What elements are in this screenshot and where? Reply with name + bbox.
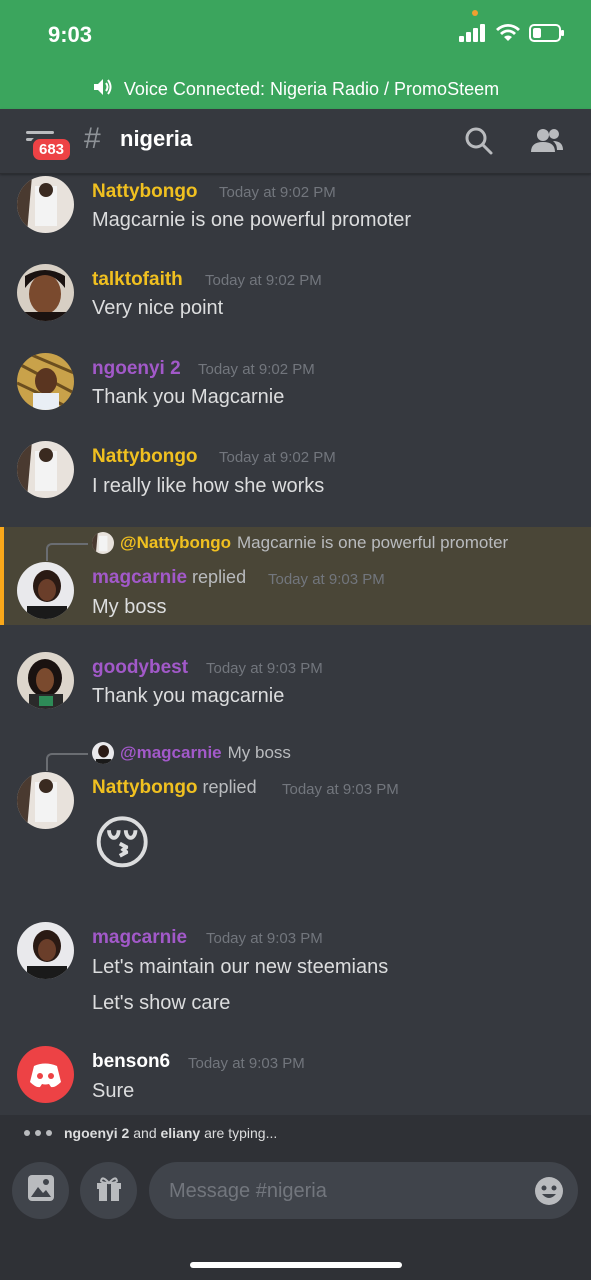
message-text: Sure <box>92 1080 135 1102</box>
gift-button[interactable] <box>80 1162 137 1219</box>
message-text: Thank you Magcarnie <box>92 386 285 408</box>
author-name[interactable]: magcarnie <box>92 927 187 949</box>
reply-snippet: My boss <box>227 743 291 762</box>
reply-avatar <box>92 532 114 554</box>
status-icons <box>459 24 565 47</box>
reply-reference[interactable]: @magcarnie My boss <box>92 742 291 764</box>
message-text: Thank you magcarnie <box>92 685 285 707</box>
avatar[interactable] <box>17 264 74 321</box>
typing-conj: and <box>133 1125 157 1141</box>
author-name[interactable]: benson6 <box>92 1051 170 1073</box>
message-text: Let's show care <box>92 992 231 1014</box>
reply-connector <box>46 753 88 771</box>
timestamp: Today at 9:03 PM <box>206 930 323 947</box>
battery-icon <box>529 24 565 47</box>
discord-default-avatar[interactable] <box>17 1046 74 1103</box>
search-icon[interactable] <box>464 126 494 161</box>
avatar[interactable] <box>17 353 74 410</box>
timestamp: Today at 9:02 PM <box>198 361 315 378</box>
message-text: Very nice point <box>92 297 224 319</box>
privacy-indicator-dot <box>472 10 478 16</box>
reply-connector <box>46 543 88 561</box>
channel-name[interactable]: nigeria <box>120 126 192 152</box>
timestamp: Today at 9:03 PM <box>268 571 385 588</box>
message-composer: Message #nigeria <box>0 1151 591 1280</box>
notification-badge: 683 <box>30 136 74 163</box>
status-bar: 9:03 <box>0 0 591 70</box>
replied-label: replied <box>202 777 257 797</box>
avatar[interactable] <box>17 922 74 979</box>
message-text: I really like how she works <box>92 475 325 497</box>
kissing-emoji: 😚 <box>92 811 153 876</box>
author-name-text: magcarnie <box>92 567 188 588</box>
status-time: 9:03 <box>48 22 93 47</box>
message-placeholder: Message #nigeria <box>169 1180 327 1202</box>
author-name[interactable]: goodybest <box>92 657 188 679</box>
home-indicator[interactable] <box>190 1262 402 1268</box>
timestamp: Today at 9:03 PM <box>206 660 323 677</box>
voice-connected-bar[interactable]: Voice Connected: Nigeria Radio / PromoSt… <box>0 70 591 109</box>
members-icon[interactable] <box>529 126 565 161</box>
author-name[interactable]: Nattybongo <box>92 181 198 203</box>
voice-connected-label: Voice Connected: Nigeria Radio / PromoSt… <box>123 79 500 99</box>
message-text: Let's maintain our new steemians <box>92 956 389 978</box>
avatar[interactable] <box>17 772 74 829</box>
timestamp: Today at 9:03 PM <box>282 781 399 798</box>
message-input[interactable]: Message #nigeria <box>149 1162 578 1219</box>
reply-mention: @magcarnie <box>120 743 222 762</box>
author-name[interactable]: ngoenyi 2 <box>92 358 181 380</box>
timestamp: Today at 9:02 PM <box>205 272 322 289</box>
timestamp: Today at 9:02 PM <box>219 184 336 201</box>
author-name-text: Nattybongo <box>92 777 198 798</box>
typing-dots-icon <box>24 1130 52 1136</box>
emoji-picker-icon[interactable] <box>534 1176 564 1211</box>
attach-image-button[interactable] <box>12 1162 69 1219</box>
cellular-signal-icon <box>459 24 487 47</box>
typing-indicator: ngoenyi 2 and eliany are typing... <box>0 1115 591 1151</box>
author-name[interactable]: magcarnie replied <box>92 567 246 589</box>
avatar[interactable] <box>17 176 74 233</box>
reply-avatar <box>92 742 114 764</box>
reply-snippet: Magcarnie is one powerful promoter <box>237 533 509 552</box>
typing-suffix: are typing... <box>204 1125 278 1141</box>
timestamp: Today at 9:03 PM <box>188 1055 305 1072</box>
avatar[interactable] <box>17 652 74 709</box>
channel-header: 683 # nigeria <box>0 109 591 174</box>
reply-reference[interactable]: @Nattybongo Magcarnie is one powerful pr… <box>92 532 508 554</box>
author-name[interactable]: Nattybongo replied <box>92 777 257 799</box>
reply-mention: @Nattybongo <box>120 533 232 552</box>
speaker-icon <box>92 77 114 102</box>
typing-user-2: eliany <box>160 1125 201 1141</box>
hash-icon: # <box>84 122 101 155</box>
avatar[interactable] <box>17 441 74 498</box>
message-list[interactable]: Nattybongo Today at 9:02 PM Magcarnie is… <box>0 173 591 1115</box>
typing-user-1: ngoenyi 2 <box>64 1125 130 1141</box>
timestamp: Today at 9:02 PM <box>219 449 336 466</box>
avatar[interactable] <box>17 562 74 619</box>
replied-label: replied <box>192 567 247 587</box>
message-text: Magcarnie is one powerful promoter <box>92 209 412 231</box>
author-name[interactable]: Nattybongo <box>92 446 198 468</box>
gift-icon <box>94 1173 124 1208</box>
author-name[interactable]: talktofaith <box>92 269 183 291</box>
wifi-icon <box>496 24 520 47</box>
message-text: My boss <box>92 596 167 618</box>
image-icon <box>27 1174 55 1207</box>
